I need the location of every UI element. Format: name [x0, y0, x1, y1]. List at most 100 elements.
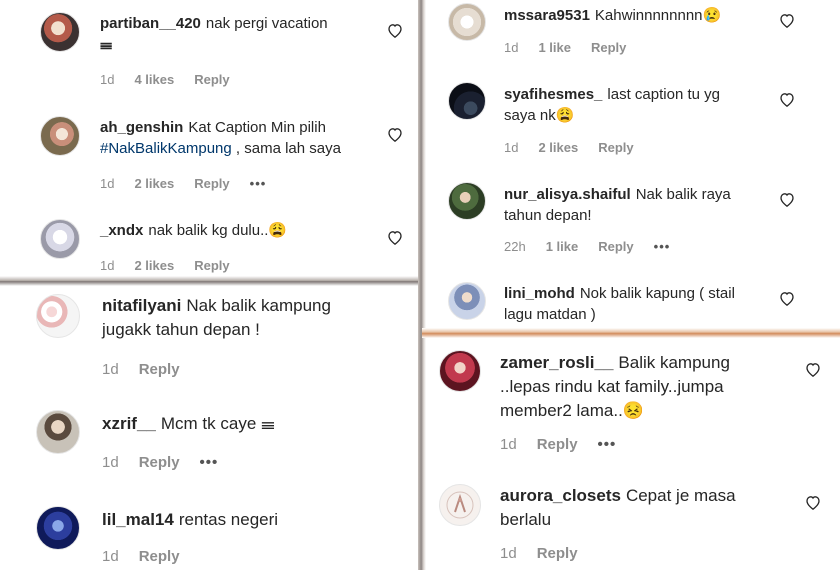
hashtag-link[interactable]: #NakBalikKampung	[100, 140, 232, 157]
reply-button[interactable]: Reply	[139, 548, 180, 565]
avatar[interactable]	[40, 219, 80, 259]
comment-item: lil_mal14 rentas negeri 1d Reply	[0, 488, 418, 570]
comment-item: partiban__420 nak pergi vacation 𝍢 1d 4 l…	[0, 0, 418, 100]
comment-text: _xndx nak balik kg dulu..😩	[100, 220, 380, 241]
comment-item: syafihesmes_ last caption tu yg saya nk😩 …	[426, 70, 840, 170]
comment-likes[interactable]: 1 like	[538, 40, 571, 55]
avatar[interactable]	[448, 3, 486, 41]
comment-body: Kahwinnnnnnnn😢	[594, 7, 722, 24]
avatar[interactable]	[40, 116, 80, 156]
heart-icon[interactable]	[779, 92, 795, 107]
heart-icon[interactable]	[779, 291, 795, 306]
avatar[interactable]	[36, 506, 80, 550]
comment-username[interactable]: lini_mohd	[504, 285, 575, 302]
comment-body: tahun depan!	[504, 207, 592, 224]
comment-meta: 1d 1 like Reply	[504, 40, 646, 55]
comment-username[interactable]: _xndx	[100, 222, 143, 239]
comment-username[interactable]: lil_mal14	[102, 510, 174, 529]
reply-button[interactable]: Reply	[537, 436, 578, 453]
reply-button[interactable]: Reply	[591, 40, 626, 55]
comment-meta: 1d 2 likes Reply	[100, 258, 250, 273]
comment-body: last caption tu yg	[607, 86, 720, 103]
collage-divider	[418, 0, 426, 570]
comment-body: rentas negeri	[178, 510, 279, 529]
heart-icon[interactable]	[779, 192, 795, 207]
heart-icon[interactable]	[387, 23, 403, 38]
reply-button[interactable]: Reply	[194, 176, 229, 191]
comments-panel-top-right: mssara9531 Kahwinnnnnnnn😢 1d 1 like Reply…	[426, 0, 840, 330]
comment-text: lini_mohd Nok balik kapung ( stail lagu m…	[504, 283, 784, 325]
comment-meta: 22h 1 like Reply •••	[504, 239, 690, 254]
comment-time: 1d	[102, 548, 119, 565]
comment-likes[interactable]: 2 likes	[134, 258, 174, 273]
comment-likes[interactable]: 4 likes	[134, 72, 174, 87]
comment-likes[interactable]: 2 likes	[134, 176, 174, 191]
heart-icon[interactable]	[387, 230, 403, 245]
comment-body: Nak balik kampung	[186, 296, 331, 315]
avatar[interactable]	[36, 294, 80, 338]
reply-button[interactable]: Reply	[598, 140, 633, 155]
comment-username[interactable]: nitafilyani	[102, 296, 181, 315]
comment-text: ah_genshin Kat Caption Min pilih #NakBali…	[100, 117, 390, 159]
comment-likes[interactable]: 1 like	[546, 239, 579, 254]
reply-button[interactable]: Reply	[194, 258, 229, 273]
comment-meta: 1d Reply	[102, 548, 200, 565]
comment-time: 1d	[100, 176, 115, 191]
comment-meta: 1d 2 likes Reply •••	[100, 176, 286, 191]
comment-body: Nok balik kapung ( stail	[579, 285, 735, 302]
comment-item: nur_alisya.shaiful Nak balik raya tahun d…	[426, 170, 840, 270]
more-options-icon[interactable]: •••	[598, 436, 617, 453]
comment-body: nak pergi vacation	[205, 15, 328, 32]
brand-logo-icon	[446, 491, 474, 519]
comment-text: aurora_closets Cepat je masa berlalu	[500, 484, 800, 532]
comment-body: berlalu	[500, 510, 552, 529]
comment-username[interactable]: syafihesmes_	[504, 86, 602, 103]
comment-text: zamer_rosli__ Balik kampung ..lepas rindu…	[500, 351, 810, 423]
comment-item: zamer_rosli__ Balik kampung ..lepas rindu…	[422, 336, 840, 470]
comment-text: partiban__420 nak pergi vacation 𝍢	[100, 13, 370, 55]
avatar[interactable]	[448, 182, 486, 220]
comment-username[interactable]: aurora_closets	[500, 486, 621, 505]
comment-username[interactable]: mssara9531	[504, 7, 590, 24]
comment-body: Cepat je masa	[625, 486, 736, 505]
comments-panel-bottom-right: zamer_rosli__ Balik kampung ..lepas rindu…	[422, 336, 840, 570]
comment-body: Nak balik raya	[635, 186, 731, 203]
comment-meta: 1d Reply •••	[102, 454, 238, 471]
reply-button[interactable]: Reply	[194, 72, 229, 87]
comment-username[interactable]: xzrif__	[102, 414, 156, 433]
comment-item: xzrif__ Mcm tk caye 𝍢 1d Reply •••	[0, 394, 418, 488]
comment-text: xzrif__ Mcm tk caye 𝍢	[102, 412, 402, 436]
reply-button[interactable]: Reply	[139, 361, 180, 378]
avatar[interactable]	[36, 410, 80, 454]
comment-meta: 1d 2 likes Reply	[504, 140, 654, 155]
collage-divider	[0, 276, 422, 286]
comment-body: member2 lama..😣	[500, 401, 644, 420]
avatar[interactable]	[40, 12, 80, 52]
comment-username[interactable]: zamer_rosli__	[500, 353, 613, 372]
comment-time: 1d	[500, 436, 517, 453]
more-options-icon[interactable]: •••	[250, 176, 267, 191]
more-options-icon[interactable]: •••	[654, 239, 671, 254]
reply-button[interactable]: Reply	[598, 239, 633, 254]
comment-username[interactable]: ah_genshin	[100, 119, 183, 136]
avatar[interactable]	[439, 484, 481, 526]
comment-emoji: 𝍢	[100, 36, 113, 53]
comment-likes[interactable]: 2 likes	[538, 140, 578, 155]
comment-body: lagu matdan )	[504, 306, 596, 323]
heart-icon[interactable]	[387, 127, 403, 142]
comment-username[interactable]: partiban__420	[100, 15, 201, 32]
comment-item: lini_mohd Nok balik kapung ( stail lagu m…	[426, 270, 840, 330]
reply-button[interactable]: Reply	[537, 545, 578, 562]
comment-text: syafihesmes_ last caption tu yg saya nk😩	[504, 84, 784, 126]
comment-meta: 1d 4 likes Reply	[100, 72, 250, 87]
avatar[interactable]	[448, 82, 486, 120]
heart-icon[interactable]	[805, 362, 821, 377]
heart-icon[interactable]	[779, 13, 795, 28]
comment-username[interactable]: nur_alisya.shaiful	[504, 186, 631, 203]
reply-button[interactable]: Reply	[139, 454, 180, 471]
avatar[interactable]	[439, 350, 481, 392]
more-options-icon[interactable]: •••	[200, 454, 219, 471]
avatar[interactable]	[448, 282, 486, 320]
comment-time: 1d	[100, 258, 115, 273]
heart-icon[interactable]	[805, 495, 821, 510]
